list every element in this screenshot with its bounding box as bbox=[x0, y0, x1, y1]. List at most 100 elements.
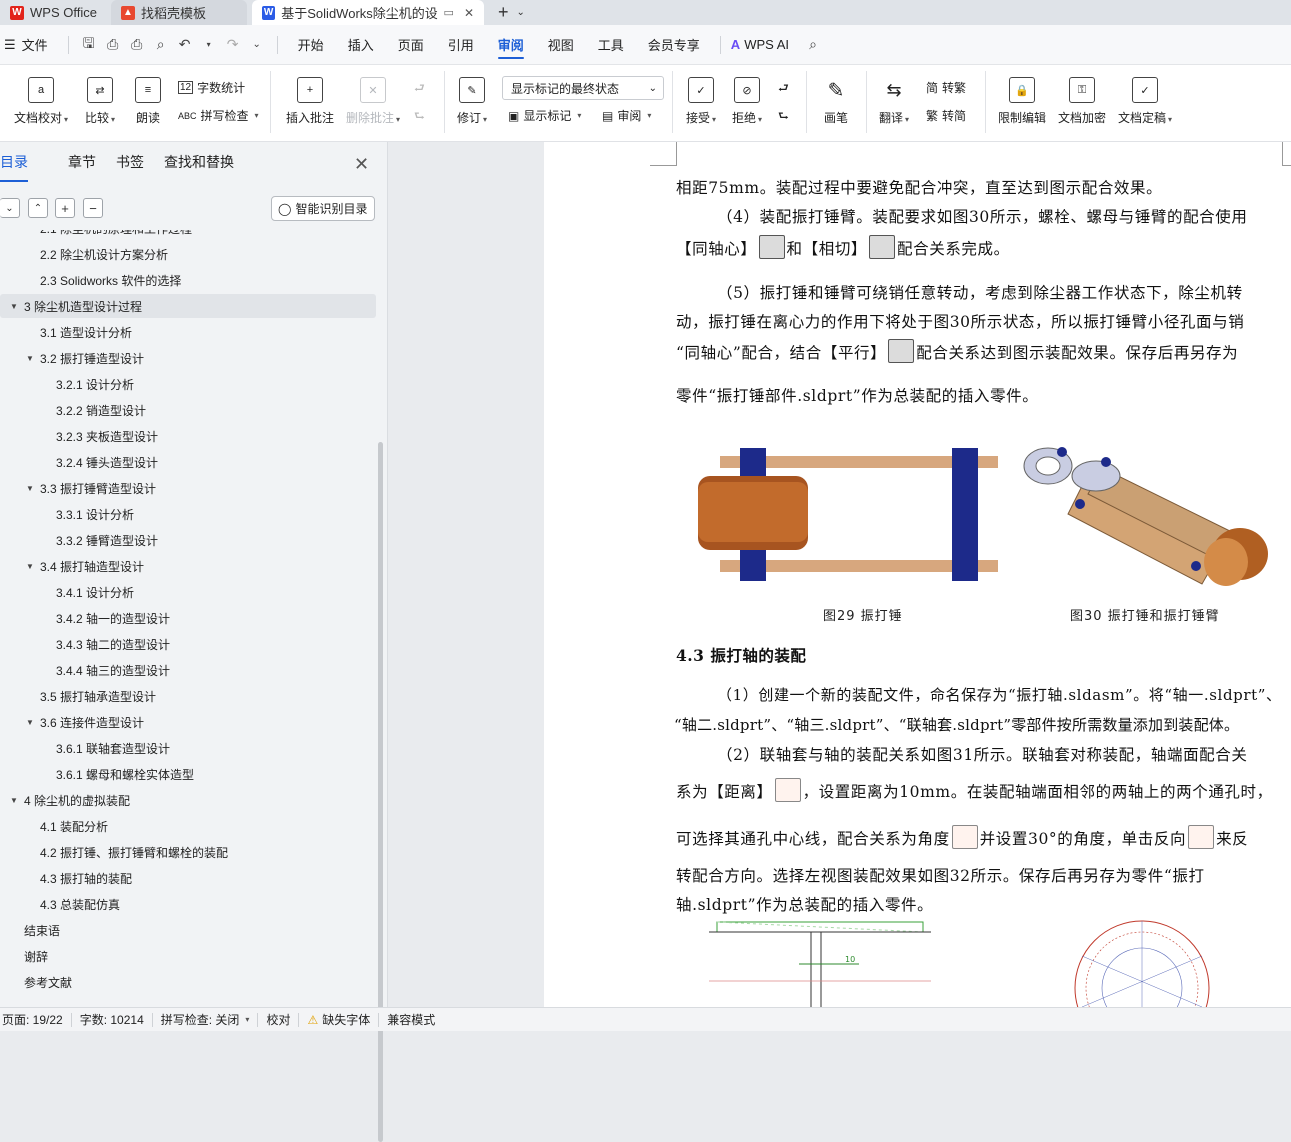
toc-item[interactable]: 3.4.4 轴三的造型设计 bbox=[0, 658, 376, 682]
toc-item[interactable]: ▼ 3.2 振打锤造型设计 bbox=[0, 346, 376, 370]
menu-view[interactable]: 视图 bbox=[536, 25, 586, 65]
toc-item[interactable]: 2.1 除尘机的原理和工作过程 bbox=[0, 230, 376, 240]
missing-font-button[interactable]: ⚠ 缺失字体 bbox=[299, 1008, 378, 1032]
toc-item[interactable]: 3.3.1 设计分析 bbox=[0, 502, 376, 526]
compare-button[interactable]: ⇄ 比较 ▾ bbox=[85, 77, 115, 126]
toc-item[interactable]: 4.3 振打轴的装配 bbox=[0, 866, 376, 890]
delete-comment-button[interactable]: ✕ 删除批注 ▾ bbox=[346, 77, 400, 126]
toc-item[interactable]: ▼ 4 除尘机的虚拟装配 bbox=[0, 788, 376, 812]
collapse-all-button[interactable]: ⌄ bbox=[0, 198, 20, 218]
review-pane-button[interactable]: ▤ 审阅 ▾ bbox=[602, 107, 651, 124]
to-simplified-button[interactable]: 繁 转简 bbox=[926, 107, 966, 124]
next-change-button[interactable]: ⮑ bbox=[778, 107, 789, 128]
reject-button[interactable]: ⊘ 拒绝 ▾ bbox=[732, 77, 762, 126]
toc-item[interactable]: ▼ 3.3 振打锤臂造型设计 bbox=[0, 476, 376, 500]
spell-check-button[interactable]: ABC 拼写检查 ▾ bbox=[178, 107, 259, 124]
tab-chapters[interactable]: 章节 bbox=[58, 152, 106, 178]
menu-start[interactable]: 开始 bbox=[286, 25, 336, 65]
expand-arrow-icon[interactable]: ▼ bbox=[26, 718, 34, 727]
toc-item[interactable]: 3.2.2 销造型设计 bbox=[0, 398, 376, 422]
tab-find-replace[interactable]: 查找和替换 bbox=[154, 152, 244, 178]
print-preview-icon[interactable]: ⌕ bbox=[150, 34, 172, 56]
toc-item[interactable]: 3.5 振打轴承造型设计 bbox=[0, 684, 376, 708]
menu-tools[interactable]: 工具 bbox=[586, 25, 636, 65]
expand-arrow-icon[interactable]: ▼ bbox=[26, 484, 34, 493]
toc-item[interactable]: 3.6.1 联轴套造型设计 bbox=[0, 736, 376, 760]
menu-review[interactable]: 审阅 bbox=[486, 25, 536, 65]
page-indicator[interactable]: 页面: 19/22 bbox=[0, 1008, 71, 1032]
search-icon[interactable]: ⌕ bbox=[802, 34, 824, 56]
print-icon[interactable]: ⎙ bbox=[126, 34, 148, 56]
toc-item[interactable]: 3.2.4 锤头造型设计 bbox=[0, 450, 376, 474]
remove-heading-button[interactable]: − bbox=[83, 198, 103, 218]
close-icon[interactable]: ✕ bbox=[464, 6, 474, 20]
toc-item[interactable]: 2.2 除尘机设计方案分析 bbox=[0, 242, 376, 266]
tab-bookmarks[interactable]: 书签 bbox=[106, 152, 154, 178]
expand-arrow-icon[interactable]: ▼ bbox=[26, 354, 34, 363]
next-comment-button[interactable]: ⮑ bbox=[414, 107, 425, 128]
toc-item[interactable]: 3.4.2 轴一的造型设计 bbox=[0, 606, 376, 630]
new-tab-button[interactable]: + bbox=[498, 2, 509, 23]
toc-item[interactable]: ▼ 3.6 连接件造型设计 bbox=[0, 710, 376, 734]
tab-wps-office[interactable]: W WPS Office bbox=[0, 0, 108, 25]
save-icon[interactable]: 🖫 bbox=[78, 34, 100, 56]
word-count-button[interactable]: 12 字数统计 bbox=[178, 79, 245, 96]
toc-item[interactable]: 谢辞 bbox=[0, 944, 376, 968]
accept-button[interactable]: ✓ 接受 ▾ bbox=[686, 77, 716, 126]
proofread-button[interactable]: 校对 bbox=[258, 1008, 298, 1032]
menu-page[interactable]: 页面 bbox=[386, 25, 436, 65]
smart-toc-button[interactable]: ◯ 智能识别目录 bbox=[271, 196, 375, 221]
file-menu[interactable]: ☰ 文件 bbox=[0, 25, 60, 65]
monitor-icon[interactable]: ▭ bbox=[444, 6, 454, 19]
wps-ai-button[interactable]: A WPS AI bbox=[729, 25, 801, 65]
undo-dropdown-icon[interactable]: ▾ bbox=[198, 34, 220, 56]
undo-icon[interactable]: ↶ bbox=[174, 34, 196, 56]
more-icon[interactable]: ⌄ bbox=[246, 34, 268, 56]
tab-document[interactable]: W 基于SolidWorks除尘机的设计 ▭ ✕ bbox=[252, 0, 484, 25]
revise-button[interactable]: ✎ 修订 ▾ bbox=[457, 77, 487, 126]
spell-check-indicator[interactable]: 拼写检查: 关闭 ▾ bbox=[153, 1008, 258, 1032]
restrict-edit-button[interactable]: 🔒 限制编辑 bbox=[998, 77, 1046, 126]
add-heading-button[interactable]: + bbox=[55, 198, 75, 218]
redo-icon[interactable]: ↷ bbox=[222, 34, 244, 56]
menu-insert[interactable]: 插入 bbox=[336, 25, 386, 65]
prev-comment-button[interactable]: ⮐ bbox=[414, 79, 425, 100]
insert-comment-button[interactable]: + 插入批注 bbox=[286, 77, 334, 126]
toc-item[interactable]: 2.3 Solidworks 软件的选择 bbox=[0, 268, 376, 292]
to-traditional-button[interactable]: 简 转繁 bbox=[926, 79, 966, 96]
tab-toc[interactable]: 目录 bbox=[0, 152, 38, 182]
toc-item[interactable]: 3.3.2 锤臂造型设计 bbox=[0, 528, 376, 552]
expand-arrow-icon[interactable]: ▼ bbox=[26, 562, 34, 571]
toc-item[interactable]: 3.6.1 螺母和螺栓实体造型 bbox=[0, 762, 376, 786]
prev-change-button[interactable]: ⮐ bbox=[778, 79, 789, 100]
menu-member[interactable]: 会员专享 bbox=[636, 25, 712, 65]
toc-item[interactable]: 4.1 装配分析 bbox=[0, 814, 376, 838]
toc-item[interactable]: ▼ 3 除尘机造型设计过程 bbox=[0, 294, 376, 318]
show-markup-button[interactable]: ▣ 显示标记 ▾ bbox=[508, 107, 581, 124]
pen-button[interactable]: ✎ 画笔 bbox=[823, 77, 849, 126]
move-up-button[interactable]: ⌃ bbox=[28, 198, 48, 218]
expand-arrow-icon[interactable]: ▼ bbox=[10, 302, 18, 311]
read-aloud-button[interactable]: ≡ 朗读 bbox=[135, 77, 161, 126]
toc-item[interactable]: ▼ 3.4 振打轴造型设计 bbox=[0, 554, 376, 578]
finalize-button[interactable]: ✓ 文档定稿 ▾ bbox=[1118, 77, 1172, 126]
toc-item[interactable]: 3.1 造型设计分析 bbox=[0, 320, 376, 344]
expand-arrow-icon[interactable]: ▼ bbox=[10, 796, 18, 805]
toc-item[interactable]: 4.2 振打锤、振打锤臂和螺栓的装配 bbox=[0, 840, 376, 864]
word-count-indicator[interactable]: 字数: 10214 bbox=[72, 1008, 152, 1032]
export-pdf-icon[interactable]: ⎙ bbox=[102, 34, 124, 56]
toc-item[interactable]: 3.4.3 轴二的造型设计 bbox=[0, 632, 376, 656]
toc-item[interactable]: 3.2.1 设计分析 bbox=[0, 372, 376, 396]
translate-button[interactable]: ⇆ 翻译 ▾ bbox=[879, 77, 909, 126]
toc-item[interactable]: 3.2.3 夹板造型设计 bbox=[0, 424, 376, 448]
doc-check-button[interactable]: a 文档校对 ▾ bbox=[14, 77, 68, 126]
markup-mode-select[interactable]: 显示标记的最终状态 ⌄ bbox=[502, 76, 664, 100]
menu-reference[interactable]: 引用 bbox=[436, 25, 486, 65]
toc-item[interactable]: 结束语 bbox=[0, 918, 376, 942]
toc-item[interactable]: 参考文献 bbox=[0, 970, 376, 994]
chevron-down-icon[interactable]: ⌄ bbox=[517, 7, 525, 18]
close-icon[interactable]: ✕ bbox=[354, 154, 369, 175]
encrypt-button[interactable]: ⚿ 文档加密 bbox=[1058, 77, 1106, 126]
toc-item[interactable]: 4.3 总装配仿真 bbox=[0, 892, 376, 916]
toc-item[interactable]: 3.4.1 设计分析 bbox=[0, 580, 376, 604]
